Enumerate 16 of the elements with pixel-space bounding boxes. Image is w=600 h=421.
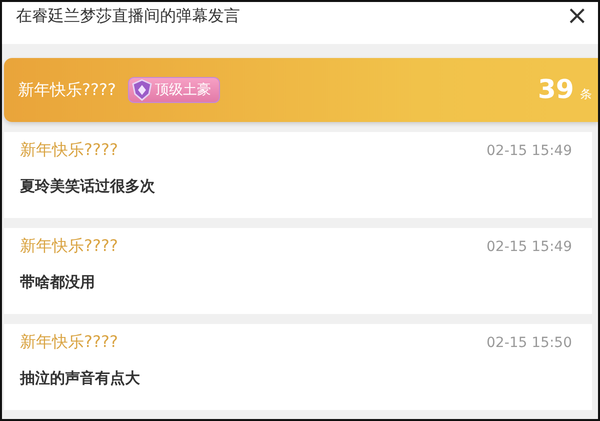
username: 新年快乐???? [20,140,118,161]
badge-label: 顶级土豪 [154,81,211,99]
timestamp: 02-15 15:50 [486,334,572,350]
gem-icon [130,79,153,101]
dialog-title: 在睿廷兰梦莎直播间的弹幕发言 [16,6,241,26]
message-text: 夏玲美笑话过很多次 [20,177,155,196]
message-text: 抽泣的声音有点大 [20,369,140,388]
message-text: 带啥都没用 [20,273,95,292]
username: 新年快乐???? [20,332,118,353]
close-button[interactable]: × [562,3,592,29]
message-count: 39 [538,75,574,105]
username: 新年快乐???? [18,80,116,100]
count-unit: 条 [580,86,592,102]
timestamp: 02-15 15:49 [486,238,572,254]
username: 新年快乐???? [20,236,118,257]
timestamp: 02-15 15:49 [486,142,572,158]
